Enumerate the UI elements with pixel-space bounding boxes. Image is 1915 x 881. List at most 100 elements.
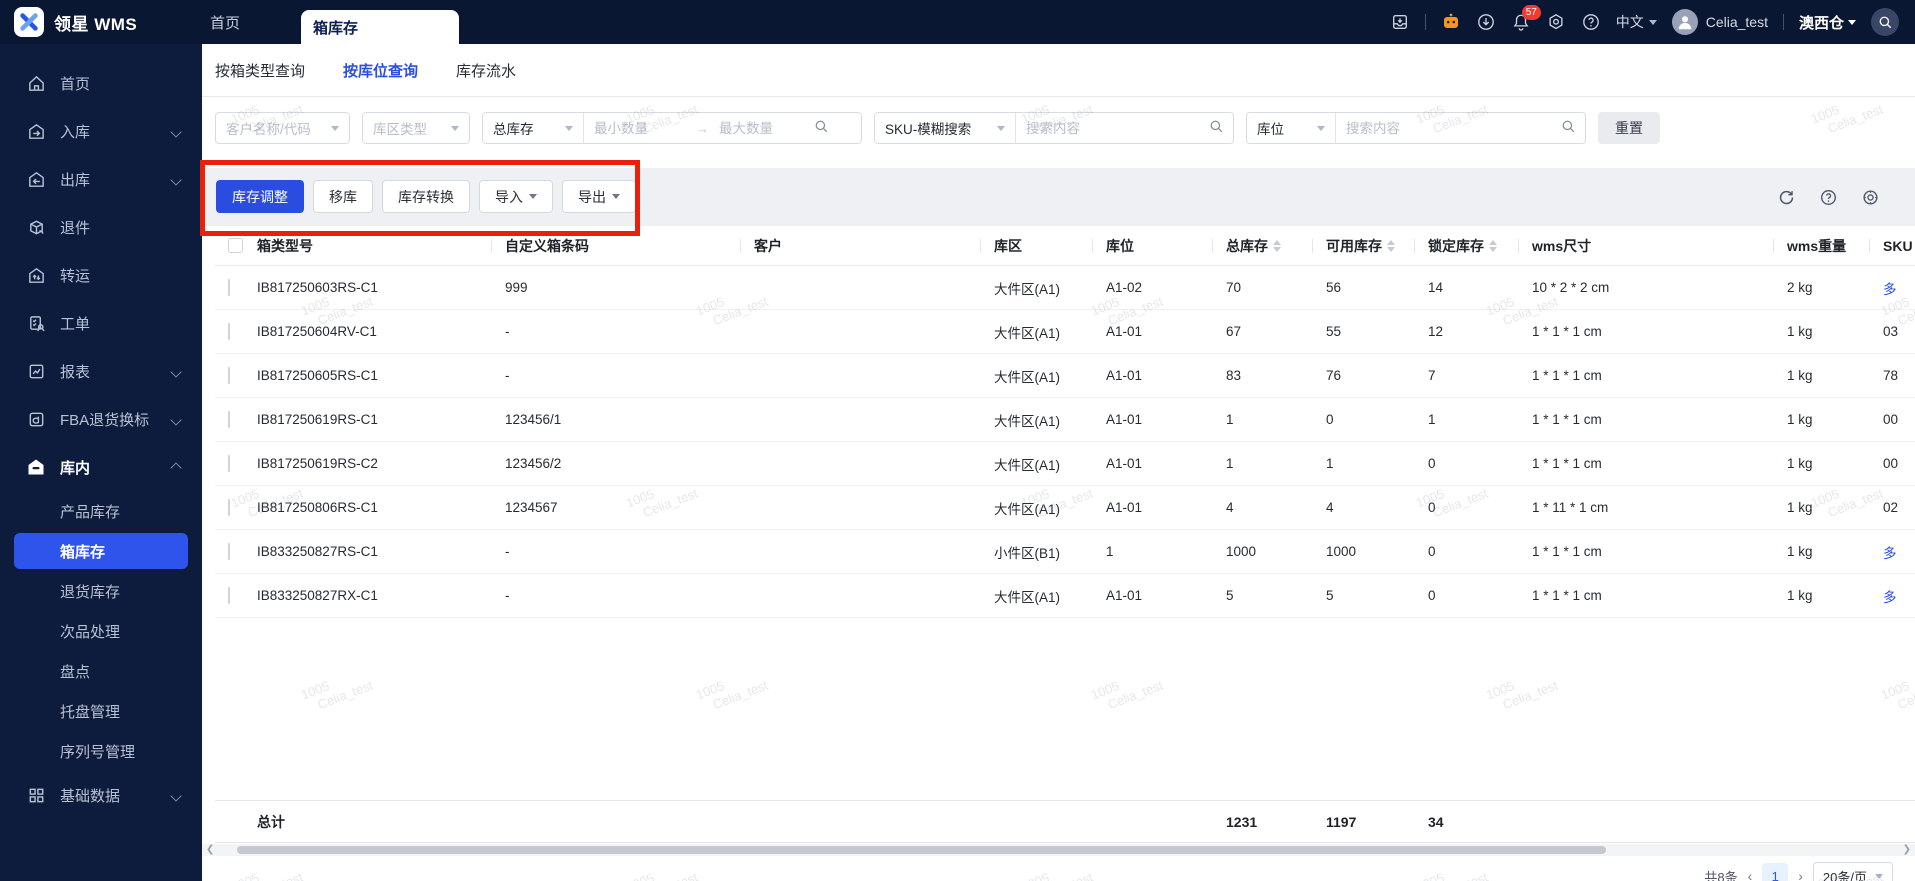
search-icon[interactable] xyxy=(1561,119,1576,137)
table-row: IB833250827RS-C1 - 小件区(B1) 1 1000 1000 0… xyxy=(215,530,1915,574)
row-checkbox[interactable] xyxy=(228,279,230,296)
sidebar-item-returns[interactable]: 退件 xyxy=(0,203,202,251)
cell-sku[interactable]: 多 xyxy=(1883,586,1915,606)
column-settings-gear-icon[interactable] xyxy=(1861,188,1879,206)
quantity-type-select[interactable]: 总库存 xyxy=(483,113,583,143)
cell-zone: 大件区(A1) xyxy=(994,281,1061,297)
row-checkbox[interactable] xyxy=(228,323,230,340)
top-bar: 领星 WMS 首页 箱库存 57 中文 Celia_test 澳西仓 xyxy=(0,0,1915,44)
download-circle-icon[interactable] xyxy=(1476,12,1496,32)
chevron-down-icon xyxy=(1317,125,1325,131)
scrollbar-thumb[interactable] xyxy=(237,846,1606,854)
column-header[interactable]: 可用库存 xyxy=(1312,226,1428,265)
导入-button[interactable]: 导入 xyxy=(479,180,553,213)
chevron-down-icon xyxy=(170,413,182,426)
robot-assistant-icon[interactable] xyxy=(1441,12,1461,32)
horizontal-scrollbar[interactable]: ❮ ❯ xyxy=(202,844,1915,856)
global-search-icon[interactable] xyxy=(1871,8,1899,36)
sidebar-subitem[interactable]: 序列号管理 xyxy=(0,731,202,771)
user-menu[interactable]: Celia_test xyxy=(1671,9,1768,35)
topnav-home[interactable]: 首页 xyxy=(210,0,240,44)
topnav-active-tab[interactable]: 箱库存 xyxy=(301,10,459,44)
cell-size: 1 * 1 * 1 cm xyxy=(1532,324,1602,339)
quantity-type-value: 总库存 xyxy=(493,122,534,137)
sidebar-item-ticket[interactable]: 工单 xyxy=(0,299,202,347)
inbox-tray-icon[interactable] xyxy=(1390,12,1410,32)
库存转换-button[interactable]: 库存转换 xyxy=(382,180,470,213)
sidebar-subitem[interactable]: 托盘管理 xyxy=(0,691,202,731)
min-quantity-input[interactable] xyxy=(584,113,696,143)
cell-available: 0 xyxy=(1326,412,1334,427)
导出-button[interactable]: 导出 xyxy=(562,180,636,213)
sidebar-subitem[interactable]: 箱库存 xyxy=(0,531,202,571)
sidebar-item-report[interactable]: 报表 xyxy=(0,347,202,395)
column-header[interactable]: 总库存 xyxy=(1212,226,1326,265)
sidebar-item-outbound[interactable]: 出库 xyxy=(0,155,202,203)
sku-mode-select[interactable]: SKU-模糊搜索 xyxy=(875,113,1015,143)
customer-select[interactable]: 客户名称/代码 xyxy=(215,112,350,144)
cell-sku[interactable]: 多 xyxy=(1883,278,1915,298)
prev-page-button[interactable]: ‹ xyxy=(1748,868,1753,881)
sidebar-item-label: 退件 xyxy=(60,219,91,237)
库存调整-button[interactable]: 库存调整 xyxy=(216,180,304,213)
refresh-icon[interactable] xyxy=(1777,188,1795,206)
tab-inactive[interactable]: 库存流水 xyxy=(456,60,516,81)
inventory-table: 箱类型号 自定义箱条码 客户 库区 库位 总库存 可用库存 锁定库存 wms尺寸 wms重量 SKU… xyxy=(215,226,1915,618)
column-header[interactable]: 锁定库存 xyxy=(1414,226,1532,265)
search-icon[interactable] xyxy=(814,119,829,137)
page-size-select[interactable]: 20条/页 xyxy=(1812,862,1893,881)
zone-type-placeholder: 库区类型 xyxy=(373,122,427,137)
sidebar-subitem[interactable]: 盘点 xyxy=(0,651,202,691)
column-header: 客户 xyxy=(740,226,994,265)
search-icon[interactable] xyxy=(1209,119,1224,137)
sort-control[interactable] xyxy=(1387,239,1395,252)
sidebar-item-label: 出库 xyxy=(60,171,91,189)
notifications-bell-icon[interactable]: 57 xyxy=(1511,5,1541,32)
sidebar-subitem-label: 次品处理 xyxy=(60,623,121,641)
current-page[interactable]: 1 xyxy=(1762,863,1789,881)
tab-inactive[interactable]: 按箱类型查询 xyxy=(215,60,305,81)
warehouse-switcher[interactable]: 澳西仓 xyxy=(1799,12,1856,33)
row-checkbox[interactable] xyxy=(228,411,230,428)
location-select[interactable]: 库位 xyxy=(1247,113,1335,143)
sidebar-item-inbound[interactable]: 入库 xyxy=(0,107,202,155)
sidebar-item-warehouse[interactable]: 库内 xyxy=(0,443,202,491)
sidebar-item-transfer[interactable]: 转运 xyxy=(0,251,202,299)
row-checkbox[interactable] xyxy=(228,367,230,384)
sort-control[interactable] xyxy=(1273,239,1281,252)
sku-search-input[interactable] xyxy=(1016,113,1209,143)
row-checkbox[interactable] xyxy=(228,543,230,560)
column-header: 库位 xyxy=(1092,226,1226,265)
sidebar-item-grid[interactable]: 基础数据 xyxy=(0,771,202,819)
cell-sku[interactable]: 多 xyxy=(1883,542,1915,562)
cell-locked: 0 xyxy=(1428,544,1436,559)
scroll-right-arrow[interactable]: ❯ xyxy=(1903,844,1911,856)
location-search-input[interactable] xyxy=(1336,113,1561,143)
row-checkbox[interactable] xyxy=(228,587,230,604)
移库-button[interactable]: 移库 xyxy=(313,180,373,213)
next-page-button[interactable]: › xyxy=(1798,868,1803,881)
hex-nut-settings-icon[interactable] xyxy=(1546,12,1566,32)
scroll-left-arrow[interactable]: ❮ xyxy=(206,844,214,856)
reset-button[interactable]: 重置 xyxy=(1598,112,1660,144)
select-all-checkbox[interactable] xyxy=(228,238,243,253)
language-switcher[interactable]: 中文 xyxy=(1616,12,1657,32)
zone-type-select[interactable]: 库区类型 xyxy=(362,112,470,144)
sidebar-item-fba[interactable]: FBA退货换标 xyxy=(0,395,202,443)
cell-sku: 00 xyxy=(1883,412,1899,427)
row-checkbox[interactable] xyxy=(228,455,230,472)
tab-active[interactable]: 按库位查询 xyxy=(343,60,418,81)
sidebar-subitem[interactable]: 退货库存 xyxy=(0,571,202,611)
cell-size: 1 * 11 * 1 cm xyxy=(1532,500,1609,515)
help-circle-icon[interactable] xyxy=(1581,12,1601,32)
sort-control[interactable] xyxy=(1489,239,1497,252)
max-quantity-input[interactable] xyxy=(709,113,814,143)
row-checkbox[interactable] xyxy=(228,499,230,516)
quantity-filter-group: 总库存 → xyxy=(482,112,862,144)
sidebar-subitem[interactable]: 产品库存 xyxy=(0,491,202,531)
help-circle-icon[interactable] xyxy=(1819,188,1837,206)
cell-box-type: IB833250827RX-C1 xyxy=(257,588,378,603)
sidebar-subitem[interactable]: 次品处理 xyxy=(0,611,202,651)
page-size-value: 20条/页 xyxy=(1822,869,1867,881)
sidebar-item-home[interactable]: 首页 xyxy=(0,59,202,107)
